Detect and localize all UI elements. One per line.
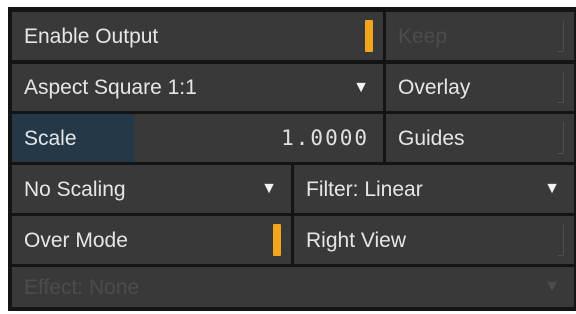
guides-toggle[interactable]: Guides	[386, 114, 574, 162]
scale-value: 1.0000	[281, 125, 369, 150]
toggle-off-indicator-icon	[557, 224, 564, 256]
scale-slider[interactable]: Scale 1.0000	[12, 114, 383, 162]
output-settings-panel: Enable Output Keep Aspect Square 1:1 ▼ O…	[8, 7, 576, 311]
enable-output-label: Enable Output	[24, 24, 159, 48]
toggle-on-indicator-icon	[365, 20, 373, 52]
guides-label: Guides	[398, 126, 465, 150]
right-view-toggle[interactable]: Right View	[294, 216, 574, 264]
filter-label: Filter: Linear	[306, 177, 423, 201]
triangle-down-icon: ▼	[261, 180, 277, 197]
triangle-down-icon: ▼	[353, 78, 369, 96]
triangle-down-icon: ▼	[544, 180, 560, 197]
scale-label: Scale	[24, 126, 77, 150]
scaling-dropdown[interactable]: No Scaling ▼	[12, 165, 291, 213]
keep-label: Keep	[398, 24, 448, 48]
overlay-label: Overlay	[398, 76, 471, 99]
filter-dropdown[interactable]: Filter: Linear ▼	[294, 165, 574, 213]
toggle-off-indicator-icon	[557, 72, 564, 103]
triangle-down-icon: ▼	[544, 278, 560, 295]
effect-label: Effect: None	[24, 275, 140, 299]
toggle-on-indicator-icon	[273, 224, 281, 256]
toggle-off-indicator-icon	[557, 122, 564, 154]
effect-dropdown: Effect: None ▼	[12, 267, 574, 307]
aspect-dropdown[interactable]: Aspect Square 1:1 ▼	[12, 64, 383, 111]
over-mode-label: Over Mode	[24, 228, 128, 252]
scaling-label: No Scaling	[24, 177, 126, 201]
aspect-label: Aspect Square 1:1	[24, 76, 197, 99]
enable-output-toggle[interactable]: Enable Output	[12, 12, 383, 60]
toggle-off-indicator-icon	[557, 20, 564, 52]
right-view-label: Right View	[306, 228, 406, 252]
over-mode-toggle[interactable]: Over Mode	[12, 216, 291, 264]
overlay-toggle[interactable]: Overlay	[386, 64, 574, 111]
keep-toggle: Keep	[386, 12, 574, 60]
